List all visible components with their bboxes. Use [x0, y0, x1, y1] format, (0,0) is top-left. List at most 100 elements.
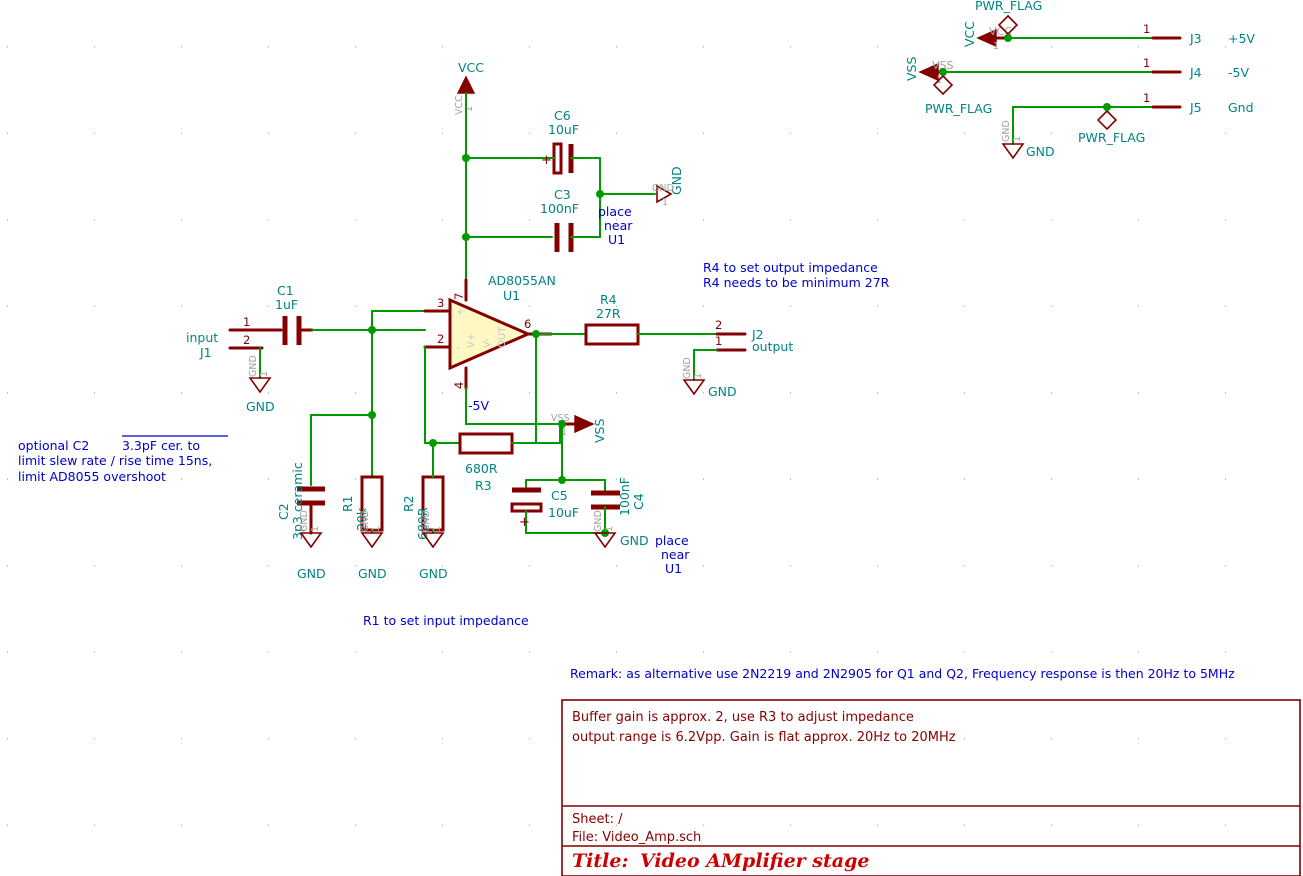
pin-number-j4: 1	[1143, 56, 1150, 70]
connector-j5-label: Gnd	[1228, 100, 1254, 115]
c2-note-overline: 3.3pF cer. to	[122, 438, 200, 453]
input-impedance-group: C2 3p3 ceramic GND GND 1 R1 20k GND GND …	[276, 442, 448, 581]
ghost-pin-gnd-j1: 1	[259, 371, 270, 377]
u1-pin2-number: 2	[437, 332, 444, 346]
u1-value: AD8055AN	[488, 273, 556, 288]
r4-value: 27R	[596, 306, 621, 321]
vss-power-arrow-icon-u1	[574, 414, 595, 434]
vcc-power-arrow-icon-u1	[456, 75, 476, 94]
r4-ref: R4	[600, 292, 617, 307]
schematic-sheet: 1 J3 +5V VCC VCC 1 PWR_FLAG 1 J4 -5V VSS…	[0, 0, 1303, 876]
u1-vplus-name: V+	[466, 333, 477, 348]
ghost-gnd-j2: GND	[682, 357, 693, 379]
u1-ref: U1	[503, 288, 520, 303]
c5-ref: C5	[551, 488, 568, 503]
junction-c5c4-top	[558, 476, 566, 484]
c5-value: 10uF	[548, 505, 579, 520]
r3-value: 680R	[465, 461, 498, 476]
ghost-pin-gnd-j5: 1	[1012, 136, 1023, 142]
connector-j3-ref: J3	[1189, 31, 1202, 46]
pwr-flag-label-vcc: PWR_FLAG	[975, 0, 1042, 13]
pin-number-j3: 1	[1143, 22, 1150, 36]
place-near-u1-line3-bottom: U1	[665, 561, 682, 576]
output-stage-group: R4 27R 2 J2 1 output GND GND 1 R4 to set…	[535, 260, 890, 399]
gnd-symbol-j5	[1002, 143, 1024, 159]
label-vcc-top: VCC	[962, 21, 977, 47]
pwr-flag-label-gnd: PWR_FLAG	[1078, 130, 1145, 145]
c1-ref: C1	[277, 283, 294, 298]
place-near-u1-line3-top: U1	[608, 232, 625, 247]
title-prefix: Title:	[572, 850, 628, 872]
c6-polarity-sign: +	[541, 153, 552, 168]
annotations-group: optional C2 3.3pF cer. to limit slew rat…	[18, 435, 1235, 681]
c4-value: 100nF	[617, 477, 632, 516]
connector-j4-ref: J4	[1189, 65, 1202, 80]
gnd-symbol-j2	[683, 379, 705, 395]
ghost-pin-gnd-r2: 1	[432, 526, 443, 532]
minus-5v-note: -5V	[468, 398, 489, 413]
remark-note: Remark: as alternative use 2N2219 and 2N…	[570, 666, 1235, 681]
c6-plate-positive	[552, 142, 563, 175]
vcc-decoupling-group: VCC VCC 1 + C6 10uF C3 100nF GND GND 1 p…	[454, 60, 684, 301]
r1-ref: R1	[340, 495, 355, 512]
c4-ref: C4	[631, 493, 646, 510]
vss-decoupling-group: VSS VSS 1 + C5 10uF 100nF C4 GND GND 1 p…	[510, 413, 690, 576]
ghost-pin-gnd-j2: 1	[693, 373, 704, 379]
pwr-flag-icon-gnd	[1097, 110, 1117, 130]
c5-plate-positive	[510, 502, 543, 513]
ghost-gnd-c2: GND	[299, 510, 310, 532]
r4-note-line2: R4 needs to be minimum 27R	[703, 275, 890, 290]
c6-ref: C6	[554, 108, 571, 123]
sheet-path: Sheet: /	[572, 812, 623, 827]
ghost-pin-gnd-c5c4: 1	[604, 526, 615, 532]
connector-j2-label: output	[752, 339, 793, 354]
ghost-pin-gnd-decoupling: 1	[662, 197, 668, 208]
place-near-u1-line2-bottom: near	[661, 547, 690, 562]
pin-number-j1-2: 2	[243, 333, 250, 347]
c3-ref: C3	[554, 187, 571, 202]
note-line-1: Buffer gain is approx. 2, use R3 to adju…	[572, 710, 914, 725]
connector-j1-label: input	[186, 330, 218, 345]
ghost-pin-gnd-r1: 1	[371, 526, 382, 532]
place-near-u1-line1-bottom: place	[655, 533, 689, 548]
u1-pin3-number: 3	[437, 296, 444, 310]
input-stage-group: input J1 1 2 GND GND 1 C1 1uF	[186, 283, 444, 486]
r1-note: R1 to set input impedance	[363, 613, 529, 628]
ghost-gnd-j1: GND	[248, 355, 259, 377]
c1-value: 1uF	[275, 297, 298, 312]
title-block: Buffer gain is approx. 2, use R3 to adju…	[561, 699, 1301, 876]
pin-number-j2-1: 1	[715, 334, 722, 348]
r3-body	[458, 432, 514, 455]
connector-j1-ref: J1	[199, 345, 212, 360]
gnd-label-r1: GND	[358, 566, 387, 581]
u1-pin2-name: -	[456, 343, 460, 354]
gnd-symbol-j1	[249, 377, 271, 393]
pin-number-j2-2: 2	[715, 318, 722, 332]
ghost-gnd-decoupling: GND	[652, 183, 674, 194]
connector-j5-ref: J5	[1189, 100, 1202, 115]
gnd-label-j5: GND	[1026, 144, 1055, 159]
gnd-label-c2: GND	[297, 566, 326, 581]
ghost-gnd-r1: GND	[360, 510, 371, 532]
ghost-gnd-c5c4: GND	[593, 510, 604, 532]
u1-pin6-number: 6	[524, 317, 531, 331]
r4-body	[584, 323, 640, 346]
r3-ref: R3	[475, 478, 492, 493]
pin-number-j1-1: 1	[243, 315, 250, 329]
ghost-gnd-j5: GND	[1001, 120, 1012, 142]
sheet-title: Video AMplifier stage	[640, 850, 869, 872]
u1-pin3-name: +	[456, 307, 464, 318]
ghost-gnd-r2: GND	[421, 510, 432, 532]
ghost-pin-gnd-c2: 1	[310, 526, 321, 532]
u1-vminus-name: V-	[482, 338, 493, 348]
label-vss-u1: VSS	[592, 419, 607, 443]
gnd-label-j1: GND	[246, 399, 275, 414]
note-line-2: output range is 6.2Vpp. Gain is flat app…	[572, 730, 956, 745]
place-near-u1-line2-top: near	[604, 218, 633, 233]
c2-note-line1: optional C2	[18, 438, 89, 453]
gnd-label-c5c4: GND	[620, 533, 649, 548]
gnd-symbol-r1	[361, 532, 383, 548]
junction-decoupling-gnd	[596, 190, 604, 198]
junction-vss	[939, 68, 947, 76]
u1-out-name: OUT	[497, 326, 508, 348]
